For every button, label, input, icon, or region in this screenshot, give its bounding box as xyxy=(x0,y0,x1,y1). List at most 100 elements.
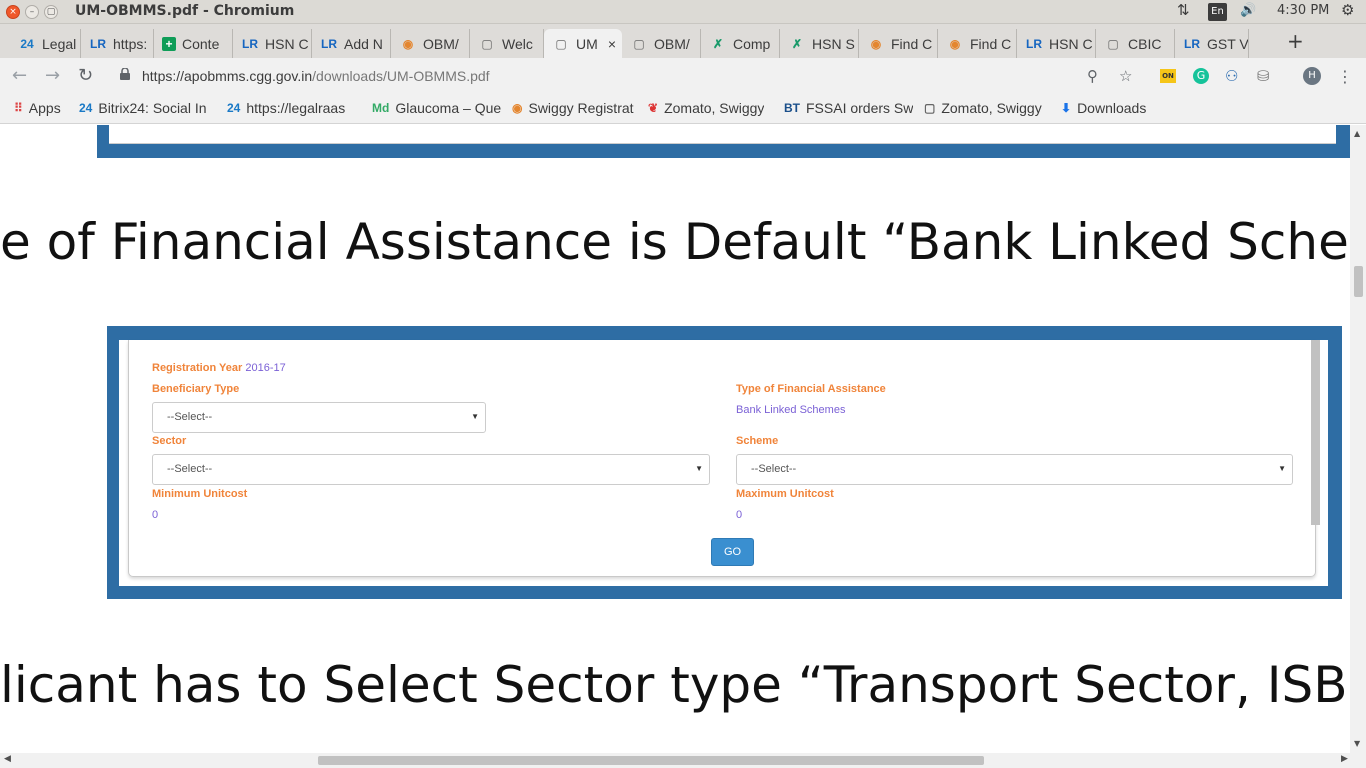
browser-tab[interactable]: ◉ Find C xyxy=(938,29,1017,58)
form-card: Registration Year 2016-17 Beneficiary Ty… xyxy=(128,340,1316,577)
browser-tab[interactable]: ▢ CBIC xyxy=(1096,29,1175,58)
embedded-form-screenshot: Registration Year 2016-17 Beneficiary Ty… xyxy=(107,326,1342,599)
window-maximize-button[interactable]: ▢ xyxy=(44,5,58,19)
bookmark-item[interactable]: 24 https://legalraas xyxy=(227,100,362,116)
zoom-icon[interactable]: ⚲ xyxy=(1087,67,1098,85)
bookmark-item[interactable]: 24 Bitrix24: Social In xyxy=(79,100,217,116)
bookmark-favicon-icon: BT xyxy=(784,101,800,115)
grammarly-extension-icon[interactable]: G xyxy=(1193,68,1209,84)
browser-toolbar: ← → ↻ https://apobmms.cgg.gov.in/downloa… xyxy=(0,58,1366,94)
tab-label: Find C xyxy=(891,35,933,52)
chevron-down-icon: ▼ xyxy=(471,412,479,421)
browser-tab[interactable]: LR Add N xyxy=(312,29,391,58)
browser-tab[interactable]: LR HSN C xyxy=(233,29,312,58)
scroll-right-icon[interactable]: ▶ xyxy=(1341,754,1348,764)
go-button: GO xyxy=(711,538,754,566)
form-panel: Registration Year 2016-17 Beneficiary Ty… xyxy=(119,340,1328,586)
bookmark-item[interactable]: ▢ Zomato, Swiggy xyxy=(924,100,1051,116)
tab-favicon-icon: LR xyxy=(242,36,258,51)
browser-tab[interactable]: LR HSN C xyxy=(1017,29,1096,58)
browser-tab[interactable]: LR GST V xyxy=(1175,29,1249,58)
browser-menu-icon[interactable]: ⋮ xyxy=(1337,67,1353,86)
bookmark-item[interactable]: ⬇ Downloads xyxy=(1061,100,1156,116)
bookmark-label: Downloads xyxy=(1077,100,1147,116)
tab-favicon-icon: ◉ xyxy=(402,36,414,51)
browser-tab[interactable]: ◉ Find C xyxy=(859,29,938,58)
tab-label: HSN C xyxy=(1049,35,1093,52)
extension-person-icon[interactable]: ⚇ xyxy=(1225,67,1238,85)
browser-tab[interactable]: ◉ OBM/ xyxy=(391,29,470,58)
browser-tab[interactable]: LR https: xyxy=(81,29,154,58)
horizontal-scroll-thumb[interactable] xyxy=(318,756,984,765)
vertical-scroll-thumb[interactable] xyxy=(1354,266,1363,297)
bookmark-item[interactable]: Md Glaucoma – Que xyxy=(372,100,502,116)
horizontal-scrollbar[interactable]: ◀ ▶ xyxy=(0,753,1366,768)
document-text-line: e of Financial Assistance is Default “Ba… xyxy=(0,213,1350,271)
bookmark-favicon-icon: ⠿ xyxy=(14,101,23,115)
bookmark-item[interactable]: BT FSSAI orders Sw xyxy=(784,100,914,116)
screenshot-frame-top-inner xyxy=(109,125,1336,144)
window-title: UM-OBMMS.pdf - Chromium xyxy=(75,3,295,19)
tab-label: Legal xyxy=(42,35,77,52)
url-host: https://apobmms.cgg.gov.in xyxy=(142,68,313,84)
chevron-down-icon: ▼ xyxy=(1278,464,1286,473)
bookmark-star-icon[interactable]: ☆ xyxy=(1119,67,1132,85)
tab-close-icon[interactable]: × xyxy=(608,36,616,52)
scroll-up-icon[interactable]: ▲ xyxy=(1354,129,1360,138)
bookmark-label: Swiggy Registrat xyxy=(528,100,634,116)
forward-button[interactable]: → xyxy=(45,65,60,86)
extension-database-icon[interactable]: ⛁ xyxy=(1257,67,1270,85)
tab-favicon-icon: ✗ xyxy=(712,36,724,51)
tab-label: Find C xyxy=(970,35,1012,52)
tab-label: UM xyxy=(576,35,598,52)
scroll-left-icon[interactable]: ◀ xyxy=(4,754,11,764)
address-bar[interactable]: https://apobmms.cgg.gov.in/downloads/UM-… xyxy=(142,68,490,84)
bookmark-label: Zomato, Swiggy xyxy=(664,100,765,116)
browser-tab[interactable]: ▢ Welc xyxy=(470,29,544,58)
chevron-down-icon: ▼ xyxy=(695,464,703,473)
system-clock[interactable]: 4:30 PM xyxy=(1277,3,1329,18)
browser-tab[interactable]: ✗ Comp xyxy=(701,29,780,58)
beneficiary-type-select: --Select-- ▼ xyxy=(152,402,486,433)
beneficiary-type-value: --Select-- xyxy=(167,411,213,423)
financial-assistance-type-label: Type of Financial Assistance xyxy=(736,383,886,395)
tab-strip: 24 Legal LR https: + Conte LR HSN C LR Add N ◉ OBM/… xyxy=(0,24,1366,58)
browser-tab[interactable]: ▢ UM × xyxy=(544,29,622,58)
scroll-down-icon[interactable]: ▼ xyxy=(1354,739,1360,748)
network-icon[interactable]: ⇅ xyxy=(1177,1,1190,19)
sector-label: Sector xyxy=(152,435,187,447)
bookmark-item[interactable]: ❦ Zomato, Swiggy xyxy=(648,100,774,116)
beneficiary-type-label: Beneficiary Type xyxy=(152,383,240,395)
window-close-button[interactable]: × xyxy=(6,5,20,19)
tab-favicon-icon: ▢ xyxy=(481,36,493,51)
extension-on-icon[interactable]: ON xyxy=(1160,69,1176,83)
keyboard-language-indicator[interactable]: En xyxy=(1208,3,1227,21)
browser-tab[interactable]: 24 Legal xyxy=(10,29,81,58)
volume-icon[interactable]: 🔊 xyxy=(1240,3,1256,18)
window-minimize-button[interactable]: – xyxy=(25,5,39,19)
registration-year-label-text: Registration Year xyxy=(152,362,243,374)
lock-icon[interactable] xyxy=(120,68,130,80)
back-button[interactable]: ← xyxy=(12,65,27,86)
tab-favicon-icon: ▢ xyxy=(555,36,567,51)
minimum-unitcost-value: 0 xyxy=(152,509,159,521)
browser-tab[interactable]: ✗ HSN S xyxy=(780,29,859,58)
bookmark-label: https://legalraas xyxy=(246,100,346,116)
system-settings-icon[interactable]: ⚙ xyxy=(1341,1,1354,19)
bookmark-label: Bitrix24: Social In xyxy=(98,100,207,116)
profile-avatar[interactable]: H xyxy=(1303,67,1321,85)
tab-label: GST V xyxy=(1207,35,1248,52)
bookmark-item[interactable]: ◉ Swiggy Registrat xyxy=(512,100,638,116)
new-tab-button[interactable]: + xyxy=(1287,29,1304,53)
vertical-scrollbar[interactable]: ▲ ▼ xyxy=(1350,125,1366,753)
bookmark-label: Apps xyxy=(28,100,61,116)
form-scrollbar xyxy=(1311,340,1320,525)
reload-button[interactable]: ↻ xyxy=(78,65,93,86)
os-top-bar: × – ▢ UM-OBMMS.pdf - Chromium ⇅ En 🔊 4:3… xyxy=(0,0,1366,24)
browser-tab[interactable]: + Conte xyxy=(154,29,233,58)
bookmark-item[interactable]: ⠿ Apps xyxy=(14,100,69,116)
tab-label: Add N xyxy=(344,35,383,52)
bookmark-label: FSSAI orders Sw xyxy=(806,100,914,116)
browser-tab[interactable]: ▢ OBM/ xyxy=(622,29,701,58)
scheme-label: Scheme xyxy=(736,435,779,447)
